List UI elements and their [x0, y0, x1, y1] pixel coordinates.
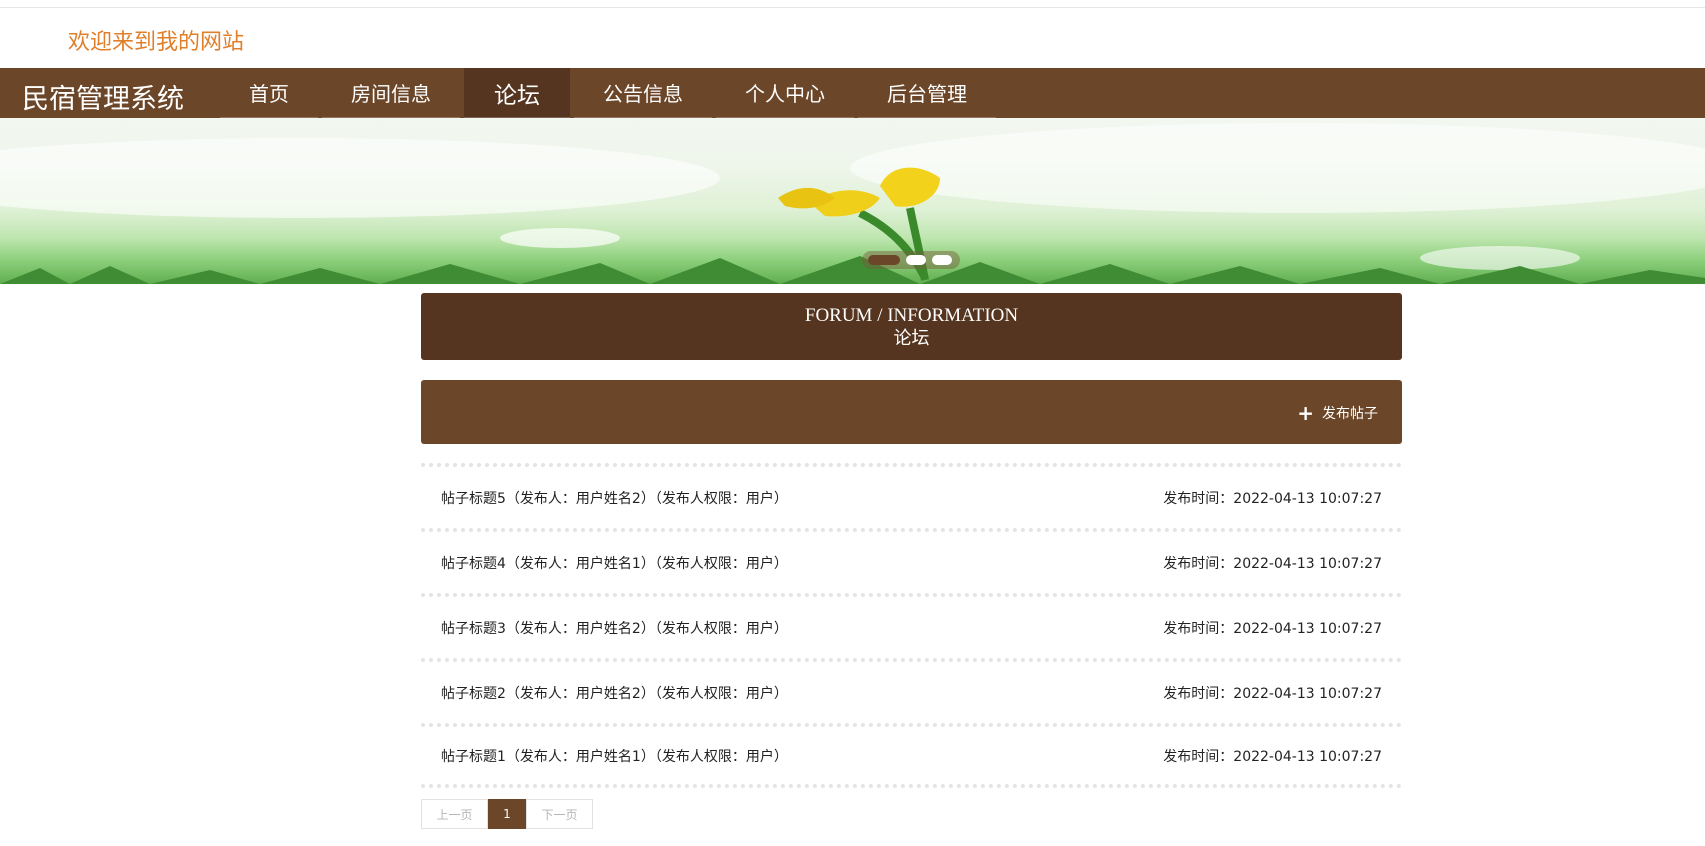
- post-title: 帖子标题5（发布人：用户姓名2）（发布人权限：用户）: [441, 490, 788, 507]
- plus-icon: +: [1297, 401, 1314, 425]
- post-row[interactable]: 帖子标题4（发布人：用户姓名1）（发布人权限：用户） 发布时间：2022-04-…: [421, 528, 1402, 593]
- carousel-indicators: [862, 251, 960, 269]
- action-bar: + 发布帖子: [421, 380, 1402, 444]
- nav-item-rooms[interactable]: 房间信息: [322, 68, 460, 118]
- post-title: 帖子标题3（发布人：用户姓名2）（发布人权限：用户）: [441, 620, 788, 637]
- post-row[interactable]: 帖子标题5（发布人：用户姓名2）（发布人权限：用户） 发布时间：2022-04-…: [421, 463, 1402, 528]
- nav-item-profile[interactable]: 个人中心: [716, 68, 854, 118]
- publish-post-button[interactable]: + 发布帖子: [1297, 403, 1378, 423]
- top-border: [0, 0, 1705, 8]
- banner-image: [0, 123, 1705, 284]
- section-title-cn: 论坛: [893, 328, 930, 349]
- site-brand[interactable]: 民宿管理系统: [22, 77, 184, 116]
- post-row[interactable]: 帖子标题3（发布人：用户姓名2）（发布人权限：用户） 发布时间：2022-04-…: [421, 593, 1402, 658]
- post-title: 帖子标题2（发布人：用户姓名2）（发布人权限：用户）: [441, 685, 788, 702]
- navbar: 民宿管理系统 首页 房间信息 论坛 公告信息 个人中心 后台管理: [0, 68, 1705, 118]
- banner-carousel: [0, 118, 1705, 284]
- post-list: 帖子标题5（发布人：用户姓名2）（发布人权限：用户） 发布时间：2022-04-…: [421, 463, 1402, 788]
- section-title-en: FORUM / INFORMATION: [804, 305, 1019, 326]
- post-time: 发布时间：2022-04-13 10:07:27: [1163, 555, 1382, 572]
- nav-item-home[interactable]: 首页: [220, 68, 318, 118]
- nav-item-announcements[interactable]: 公告信息: [574, 68, 712, 118]
- carousel-dot-2[interactable]: [906, 255, 926, 265]
- post-time: 发布时间：2022-04-13 10:07:27: [1163, 748, 1382, 765]
- prev-page-button[interactable]: 上一页: [421, 799, 488, 829]
- pagination: 上一页 1 下一页: [421, 799, 593, 829]
- post-time: 发布时间：2022-04-13 10:07:27: [1163, 490, 1382, 507]
- post-title: 帖子标题1（发布人：用户姓名1）（发布人权限：用户）: [441, 748, 788, 765]
- post-time: 发布时间：2022-04-13 10:07:27: [1163, 685, 1382, 702]
- carousel-dot-1[interactable]: [868, 255, 900, 265]
- post-title: 帖子标题4（发布人：用户姓名1）（发布人权限：用户）: [441, 555, 788, 572]
- next-page-button[interactable]: 下一页: [526, 799, 593, 829]
- post-row[interactable]: 帖子标题2（发布人：用户姓名2）（发布人权限：用户） 发布时间：2022-04-…: [421, 658, 1402, 723]
- nav-menu: 首页 房间信息 论坛 公告信息 个人中心 后台管理: [220, 68, 1000, 118]
- publish-post-label: 发布帖子: [1322, 406, 1378, 422]
- section-title: FORUM / INFORMATION 论坛: [421, 293, 1402, 360]
- nav-item-forum[interactable]: 论坛: [464, 68, 570, 118]
- post-row[interactable]: 帖子标题1（发布人：用户姓名1）（发布人权限：用户） 发布时间：2022-04-…: [421, 723, 1402, 788]
- post-time: 发布时间：2022-04-13 10:07:27: [1163, 620, 1382, 637]
- current-page-button[interactable]: 1: [488, 799, 526, 829]
- welcome-text: 欢迎来到我的网站: [68, 30, 245, 55]
- carousel-dot-3[interactable]: [932, 255, 952, 265]
- nav-item-admin[interactable]: 后台管理: [858, 68, 996, 118]
